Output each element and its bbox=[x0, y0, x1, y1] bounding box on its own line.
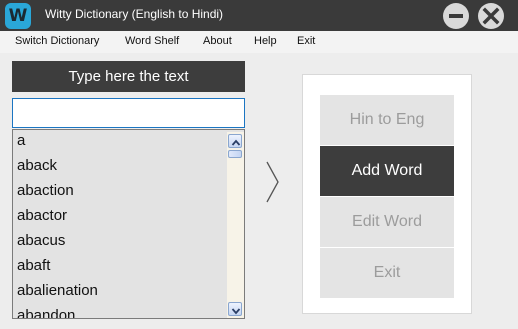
menu-help[interactable]: Help bbox=[254, 35, 277, 47]
chevron-right-icon bbox=[266, 161, 279, 203]
list-item[interactable]: abalienation bbox=[17, 282, 98, 299]
scroll-thumb[interactable] bbox=[228, 150, 242, 158]
minimize-button[interactable] bbox=[443, 3, 469, 29]
list-item[interactable]: a bbox=[17, 132, 25, 149]
add-word-button[interactable]: Add Word bbox=[320, 146, 454, 196]
scroll-down-button[interactable] bbox=[228, 302, 242, 316]
search-input[interactable] bbox=[12, 98, 245, 128]
menu-switch-dictionary[interactable]: Switch Dictionary bbox=[15, 35, 99, 47]
list-item[interactable]: abaction bbox=[17, 182, 74, 199]
list-item[interactable]: abactor bbox=[17, 207, 67, 224]
chevron-down-icon bbox=[231, 308, 241, 315]
close-button[interactable] bbox=[478, 3, 504, 29]
edit-word-button[interactable]: Edit Word bbox=[320, 197, 454, 247]
menu-word-shelf[interactable]: Word Shelf bbox=[125, 35, 179, 47]
menu-bar: Switch Dictionary Word Shelf About Help … bbox=[0, 31, 518, 53]
window-title: Witty Dictionary (English to Hindi) bbox=[45, 7, 224, 21]
title-bar: W Witty Dictionary (English to Hindi) bbox=[0, 0, 518, 31]
app-logo-icon: W bbox=[5, 3, 31, 29]
list-item[interactable]: abaft bbox=[17, 257, 50, 274]
list-item[interactable]: aback bbox=[17, 157, 57, 174]
close-icon bbox=[482, 7, 500, 25]
exit-button[interactable]: Exit bbox=[320, 248, 454, 298]
menu-about[interactable]: About bbox=[203, 35, 232, 47]
minus-icon bbox=[449, 14, 463, 18]
word-list[interactable]: a aback abaction abactor abacus abaft ab… bbox=[12, 129, 245, 319]
hin-to-eng-button[interactable]: Hin to Eng bbox=[320, 95, 454, 145]
search-header: Type here the text bbox=[12, 61, 245, 92]
list-item[interactable]: abacus bbox=[17, 232, 65, 249]
list-item[interactable]: abandon bbox=[17, 307, 75, 318]
word-list-scrollbar[interactable] bbox=[227, 132, 244, 318]
chevron-up-icon bbox=[231, 139, 241, 146]
scroll-up-button[interactable] bbox=[228, 134, 242, 148]
menu-exit[interactable]: Exit bbox=[297, 35, 315, 47]
